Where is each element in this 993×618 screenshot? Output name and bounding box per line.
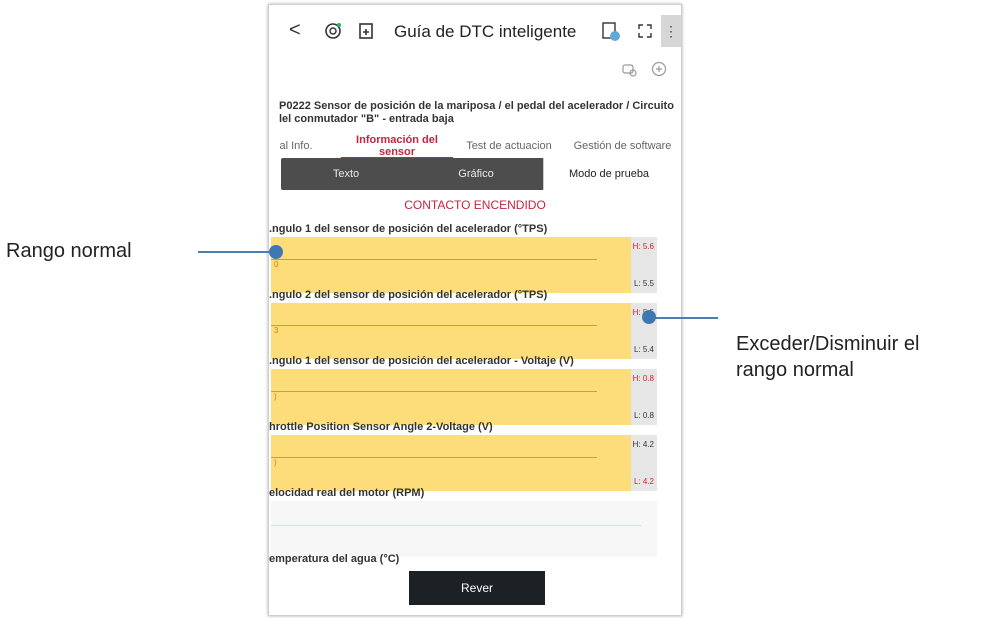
sensor-value: 0 (274, 260, 279, 269)
sensor-title: emperatura del agua (°C) (269, 553, 400, 565)
sensor-title: elocidad real del motor (RPM) (269, 487, 425, 499)
sensor-range-box: 3 H: 5.5 L: 5.4 (271, 303, 657, 359)
sensor-title: .ngulo 1 del sensor de posición del acel… (269, 223, 548, 235)
sensor-trace (271, 259, 597, 260)
low-limit: L: 5.5 (633, 279, 654, 288)
annotation-line-left (198, 251, 276, 253)
review-button[interactable]: Rever (409, 571, 545, 605)
record-icon[interactable] (651, 61, 667, 77)
annotation-dot-right (642, 310, 656, 324)
sensor-value: ) (274, 392, 277, 401)
sensor-range-box: ) H: 0.8 L: 0.8 (271, 369, 657, 425)
secondary-toolbar (611, 61, 667, 79)
sensor-value: ) (274, 458, 277, 467)
annotation-dot-left (269, 245, 283, 259)
low-limit: L: 5.4 (633, 345, 654, 354)
sensor-trace (271, 325, 597, 326)
ignition-status: CONTACTO ENCENDIDO (404, 198, 546, 212)
annotation-normal-range: Rango normal (6, 240, 132, 262)
dtc-line-1: P0222 Sensor de posición de la mariposa … (279, 100, 674, 112)
phone-screenshot: < Guía de DTC inteligente ⋮ P0222 Sensor… (268, 4, 682, 616)
sensor-title: hrottle Position Sensor Angle 2-Voltage … (269, 421, 493, 433)
high-limit: H: 5.6 (632, 242, 654, 251)
sensor-range-box: 0 H: 5.6 L: 5.5 (271, 237, 657, 293)
low-limit: L: 4.2 (633, 477, 654, 486)
segment-test-mode[interactable]: Modo de prueba (543, 158, 674, 190)
high-limit: H: 0.8 (632, 374, 654, 383)
export-icon[interactable] (357, 21, 377, 41)
sensor-trace (271, 457, 597, 458)
top-bar: < Guía de DTC inteligente ⋮ (269, 5, 681, 57)
sensor-trace (271, 391, 597, 392)
sensor-title: .ngulo 2 del sensor de posición del acel… (269, 289, 548, 301)
vehicle-report-icon[interactable] (600, 21, 622, 43)
range-limits: H: 5.6 L: 5.5 (631, 237, 657, 293)
page-title: Guía de DTC inteligente (394, 22, 577, 41)
segment-text[interactable]: Texto (281, 158, 411, 190)
tab-bar: al Info. Información del sensor Test de … (269, 134, 681, 160)
sensor-range-box: ) H: 4.2 L: 4.2 (271, 435, 657, 491)
range-limits: H: 4.2 L: 4.2 (631, 435, 657, 491)
low-limit: L: 0.8 (633, 411, 654, 420)
dtc-line-2: lel conmutador "B" - entrada baja (279, 113, 454, 125)
view-mode-selector: Texto Gráfico Modo de prueba (281, 158, 674, 190)
back-button[interactable]: < (289, 19, 301, 42)
annotation-line-right (655, 317, 718, 319)
sensor-title: .ngulo 1 del sensor de posición del acel… (269, 355, 574, 367)
fullscreen-icon[interactable] (637, 23, 653, 39)
sensor-graph-box (271, 501, 657, 557)
annotation-exceed-line1: Exceder/Disminuir el (736, 333, 920, 355)
high-limit: H: 4.2 (632, 440, 654, 449)
more-menu-button[interactable]: ⋮ (661, 15, 681, 47)
sensor-value: 3 (274, 326, 279, 335)
app-screen: < Guía de DTC inteligente ⋮ P0222 Sensor… (269, 5, 681, 615)
diagnostic-icon[interactable] (323, 21, 343, 41)
annotation-exceed-line2: rango normal (736, 359, 854, 381)
segment-graph[interactable]: Gráfico (411, 158, 541, 190)
dtc-description: P0222 Sensor de posición de la mariposa … (279, 100, 679, 126)
range-limits: H: 0.8 L: 0.8 (631, 369, 657, 425)
car-settings-icon[interactable] (621, 61, 637, 77)
sensor-trace (271, 525, 641, 526)
